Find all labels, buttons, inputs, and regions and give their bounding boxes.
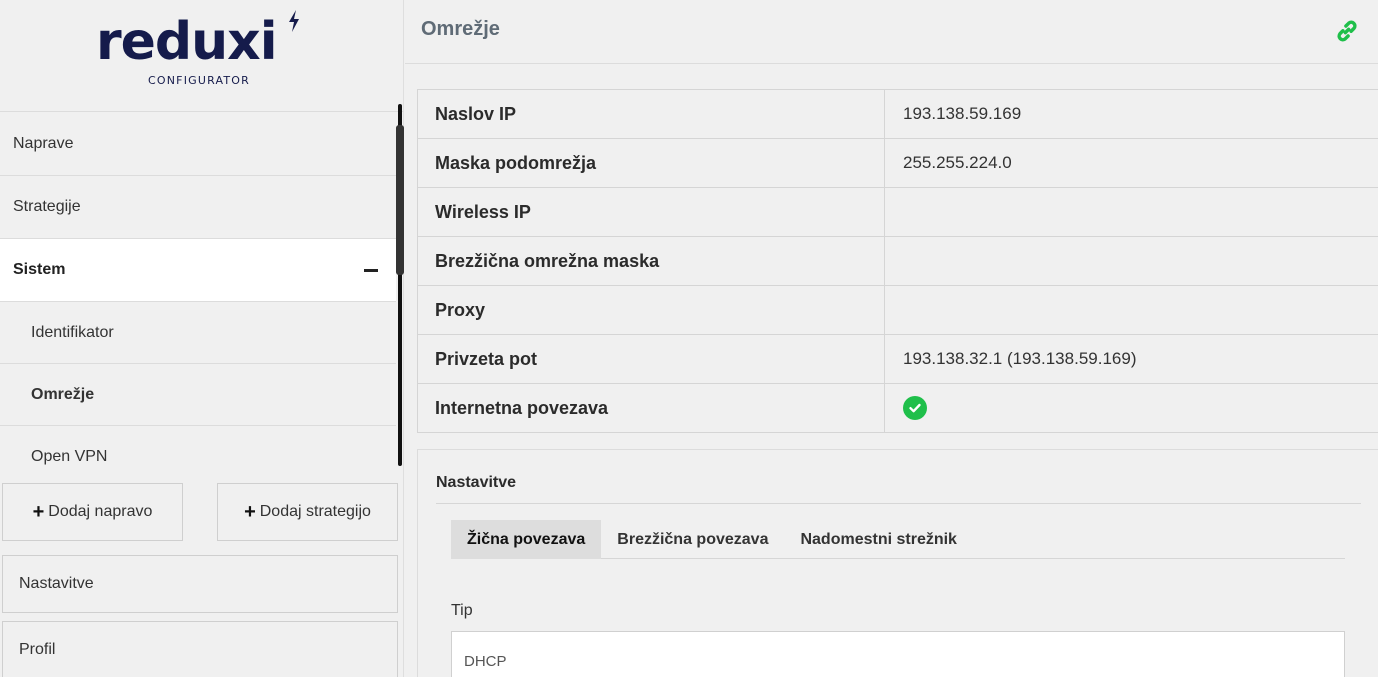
minus-icon[interactable] (364, 268, 378, 272)
logo: reduxi CONFIGURATOR (0, 0, 404, 112)
logo-wordmark: reduxi (96, 12, 278, 72)
row-value (885, 384, 1378, 432)
network-info-table: Naslov IP 193.138.59.169 Maska podomrežj… (417, 89, 1378, 433)
row-value (885, 237, 1378, 285)
table-row: Privzeta pot 193.138.32.1 (193.138.59.16… (418, 335, 1378, 384)
sidebar-nav: Naprave Strategije Sistem Identifikator … (0, 113, 396, 488)
row-value (885, 188, 1378, 236)
tab-wireless[interactable]: Brezžična povezava (601, 520, 784, 559)
settings-title: Nastavitve (436, 474, 517, 491)
table-row: Proxy (418, 286, 1378, 335)
sidebar-item-label: Open VPN (31, 448, 108, 465)
settings-panel: Nastavitve Žična povezava Brezžična pove… (417, 449, 1378, 677)
row-label: Maska podomrežja (418, 139, 885, 187)
sidebar-subitem-omrezje[interactable]: Omrežje (0, 364, 396, 426)
tab-proxy-server[interactable]: Nadomestni strežnik (784, 520, 972, 559)
sidebar-settings-button[interactable]: Nastavitve (2, 555, 398, 613)
sidebar-item-label: Identifikator (31, 323, 114, 341)
add-strategy-label: Dodaj strategijo (259, 503, 371, 520)
table-row: Naslov IP 193.138.59.169 (418, 90, 1378, 139)
row-value: 193.138.32.1 (193.138.59.169) (903, 349, 1137, 368)
table-row: Brezžična omrežna maska (418, 237, 1378, 286)
type-select-value: DHCP (464, 652, 507, 670)
add-strategy-button[interactable]: + Dodaj strategijo (217, 483, 398, 541)
sidebar-settings-label: Nastavitve (19, 575, 94, 592)
check-circle-icon (903, 396, 927, 420)
table-row: Maska podomrežja 255.255.224.0 (418, 139, 1378, 188)
add-device-label: Dodaj napravo (48, 503, 153, 520)
row-label: Naslov IP (418, 90, 885, 138)
plus-icon: + (244, 500, 256, 523)
lightning-icon (289, 10, 299, 32)
row-label: Internetna povezava (418, 384, 885, 432)
page-title: Omrežje (421, 18, 500, 40)
sidebar-item-label: Omrežje (31, 385, 95, 403)
sidebar-subitem-identifikator[interactable]: Identifikator (0, 302, 396, 364)
row-label: Proxy (418, 286, 885, 334)
tab-wired[interactable]: Žična povezava (451, 520, 602, 559)
add-device-button[interactable]: + Dodaj napravo (2, 483, 183, 541)
sidebar-item-sistem[interactable]: Sistem (0, 239, 396, 302)
sidebar-item-strategije[interactable]: Strategije (0, 176, 396, 239)
divider (436, 503, 1361, 504)
row-label: Privzeta pot (418, 335, 885, 383)
connection-tabs: Žična povezava Brezžična povezava Nadome… (451, 520, 1345, 559)
sidebar: reduxi CONFIGURATOR Naprave Strategije S… (0, 0, 404, 677)
sidebar-subitem-open-vpn[interactable]: Open VPN (0, 426, 396, 488)
sidebar-item-naprave[interactable]: Naprave (0, 113, 396, 176)
sidebar-item-label: Sistem (13, 261, 66, 278)
sidebar-profile-label: Profil (19, 641, 56, 658)
sidebar-scrollbar-thumb[interactable] (396, 125, 404, 275)
link-icon[interactable] (1334, 18, 1360, 44)
sidebar-item-label: Strategije (13, 198, 81, 215)
sidebar-item-label: Naprave (13, 135, 74, 152)
table-row: Internetna povezava (418, 384, 1378, 433)
plus-icon: + (32, 500, 45, 523)
row-label: Brezžična omrežna maska (418, 237, 885, 285)
sidebar-profile-button[interactable]: Profil (2, 621, 398, 677)
row-value (885, 286, 1378, 334)
type-label: Tip (451, 602, 473, 619)
page-header: Omrežje (405, 0, 1378, 64)
type-select[interactable]: DHCP (451, 631, 1345, 677)
table-row: Wireless IP (418, 188, 1378, 237)
row-label: Wireless IP (418, 188, 885, 236)
row-value: 255.255.224.0 (903, 153, 1012, 172)
logo-subtitle: CONFIGURATOR (148, 74, 251, 87)
row-value: 193.138.59.169 (903, 104, 1022, 123)
